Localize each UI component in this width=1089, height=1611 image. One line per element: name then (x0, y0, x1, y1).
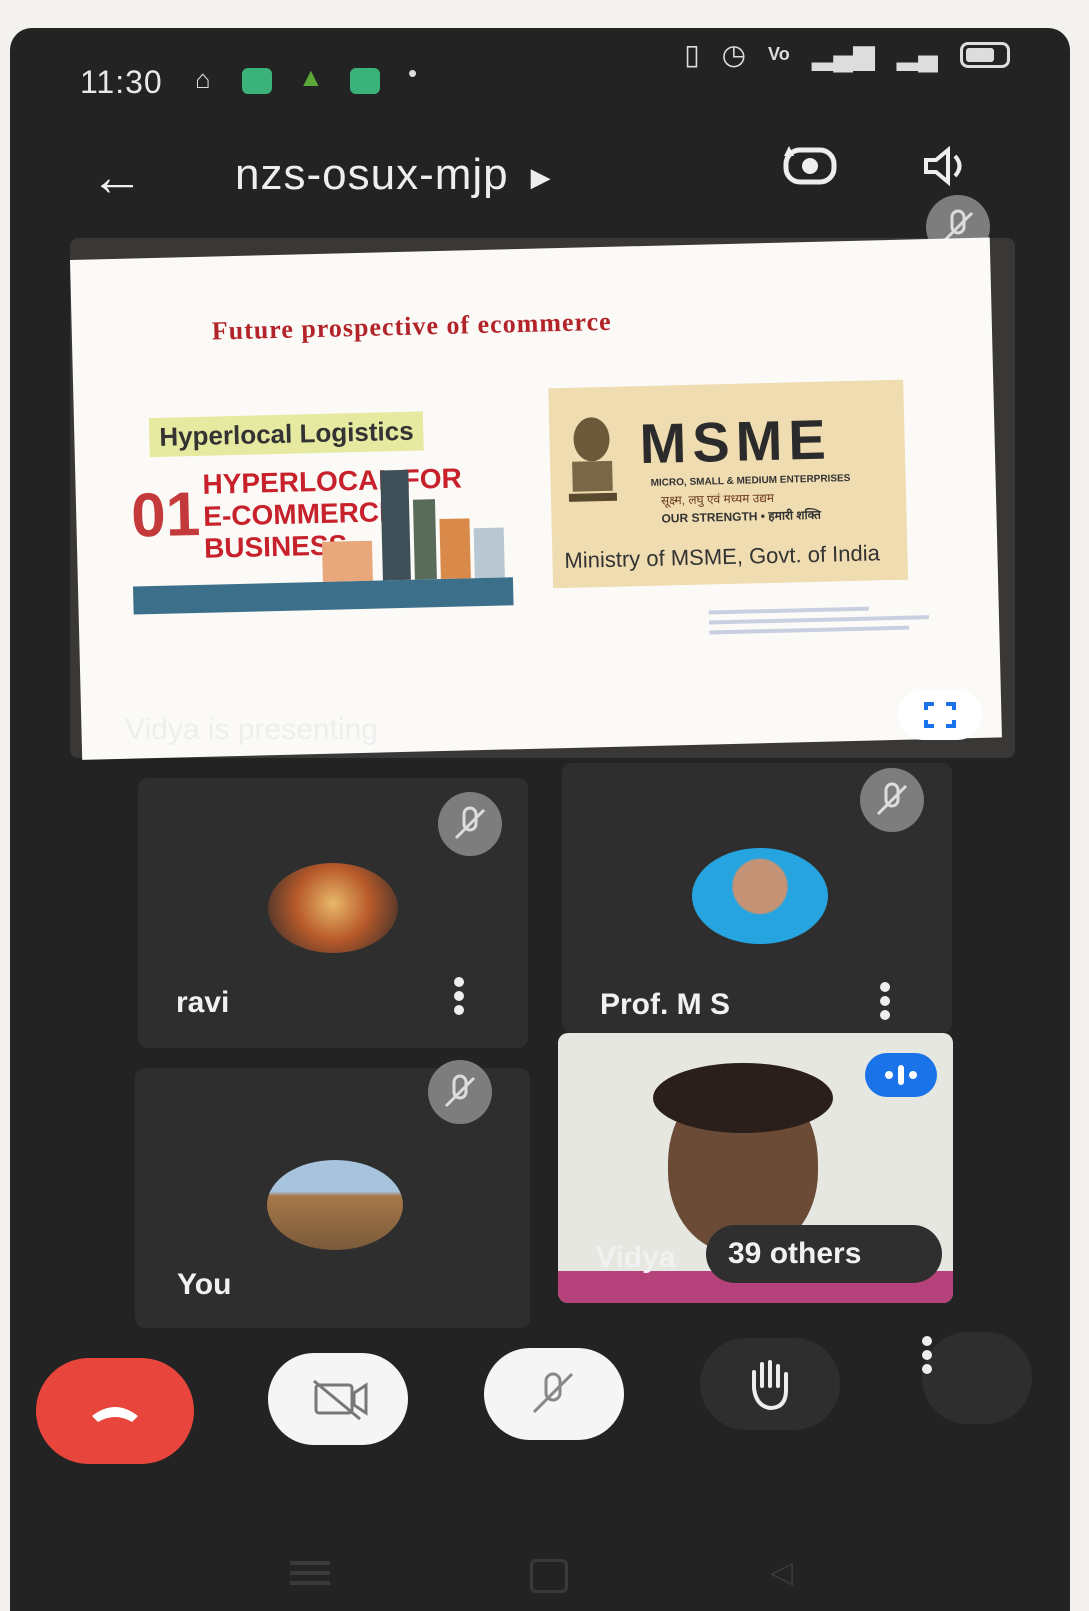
back-arrow-icon[interactable]: ← (90, 150, 144, 204)
caret-right-icon: ▶ (530, 161, 552, 192)
raise-hand-icon (752, 1360, 788, 1411)
more-vert-icon[interactable] (454, 973, 464, 1019)
mic-off-icon (454, 806, 486, 840)
hyperlocal-number: 01 (130, 479, 202, 551)
video-feed-hair (653, 1063, 833, 1133)
camera-toggle-button[interactable] (268, 1353, 408, 1445)
meeting-code-title[interactable]: nzs-osux-mjp ▶ (235, 150, 552, 200)
status-bar: 11:30 ⌂ ▲ • ▯ ◷ Vo ▂▄▆ ▂▄ (10, 28, 1070, 118)
slide-fine-print (708, 599, 950, 665)
msme-subtitle: MICRO, SMALL & MEDIUM ENTERPRISES (650, 473, 851, 489)
presentation-slide: Future prospective of ecommerce Hyperloc… (70, 237, 1002, 760)
more-vert-icon (922, 1336, 1032, 1374)
fine-print-line (709, 625, 910, 635)
avatar (267, 1160, 403, 1250)
mic-off-icon (444, 1074, 476, 1108)
road-illustration (132, 577, 514, 615)
hyperlocal-line-1: HYPERLOCAL FOR (202, 462, 463, 500)
more-vert-icon[interactable] (880, 978, 890, 1024)
drive-notification-icon: ▲ (298, 62, 324, 92)
msme-strength: OUR STRENGTH • हमारी शक्ति (661, 507, 822, 526)
home-icon[interactable] (530, 1559, 568, 1593)
fullscreen-icon (924, 702, 956, 728)
building-illustration (439, 518, 471, 580)
speaker-icon[interactable] (922, 144, 972, 188)
cast-notification-icon: ⌂ (195, 64, 211, 94)
recents-icon[interactable] (290, 1561, 330, 1565)
system-navigation-bar: ◁ (10, 1541, 1070, 1611)
end-call-icon (92, 1407, 138, 1422)
back-nav-icon[interactable]: ◁ (770, 1555, 793, 1590)
raise-hand-button[interactable] (700, 1338, 840, 1430)
switch-camera-icon[interactable] (780, 142, 840, 188)
more-options-button[interactable] (922, 1332, 1032, 1424)
mic-off-icon (532, 1372, 574, 1414)
camera-off-icon (313, 1379, 368, 1421)
ravi-mute-badge (438, 792, 502, 856)
msme-hindi: सूक्ष्म, लघु एवं मध्यम उद्यम (660, 490, 775, 508)
phone-screen: 11:30 ⌂ ▲ • ▯ ◷ Vo ▂▄▆ ▂▄ ← nzs-osux-mjp… (10, 28, 1070, 1611)
fine-print-line (708, 606, 869, 615)
audio-level-icon (885, 1065, 917, 1085)
vibrate-icon: ▯ (684, 39, 700, 70)
fullscreen-button[interactable] (898, 690, 982, 740)
slide-title: Future prospective of ecommerce (211, 306, 612, 346)
signal-4g-icon: ▂▄▆ (811, 39, 875, 70)
signal-icon: ▂▄ (896, 39, 938, 70)
more-notifications-dot-icon: • (408, 58, 418, 88)
building-illustration (321, 540, 373, 582)
hyperlocal-heading: Hyperlocal Logistics (148, 411, 425, 458)
app-notification-icon (242, 68, 272, 94)
fine-print-line (708, 615, 930, 625)
msme-ministry: Ministry of MSME, Govt. of India (564, 540, 881, 574)
mic-toggle-button[interactable] (484, 1348, 624, 1440)
participant-name: ravi (176, 986, 230, 1019)
building-illustration (380, 469, 411, 581)
avatar (268, 863, 398, 953)
volte-icon: Vo (768, 44, 790, 64)
msme-logo-text: MSME (638, 407, 833, 476)
speaking-badge (865, 1053, 937, 1097)
meeting-code: nzs-osux-mjp (235, 150, 509, 199)
presenting-label: Vidya is presenting (125, 713, 378, 746)
national-emblem-icon (568, 417, 618, 502)
building-illustration (473, 527, 505, 579)
status-icons: ▯ ◷ Vo ▂▄▆ ▂▄ (684, 38, 1010, 71)
meet-notification-icon (350, 68, 380, 94)
status-time: 11:30 (80, 64, 163, 100)
avatar (692, 848, 828, 944)
alarm-icon: ◷ (721, 39, 747, 70)
mic-off-icon (876, 782, 908, 816)
others-count: 39 others (728, 1237, 862, 1270)
hyperlocal-logistics-image: Hyperlocal Logistics 01 HYPERLOCAL FOR E… (129, 409, 514, 618)
participant-name: You (177, 1268, 232, 1301)
you-mute-badge (428, 1060, 492, 1124)
battery-icon (960, 41, 1010, 68)
participant-name: Vidya (596, 1241, 676, 1274)
others-pill[interactable]: 39 others (706, 1225, 942, 1283)
building-illustration (412, 499, 437, 580)
hyperlocal-line-2: E-COMMERCE (202, 496, 399, 532)
prof-ms-mute-badge (860, 768, 924, 832)
msme-logo-image: MSME MICRO, SMALL & MEDIUM ENTERPRISES स… (548, 379, 909, 589)
end-call-button[interactable] (36, 1358, 194, 1464)
participant-name: Prof. M S (600, 988, 731, 1021)
meeting-app-bar: ← nzs-osux-mjp ▶ (10, 120, 1070, 220)
